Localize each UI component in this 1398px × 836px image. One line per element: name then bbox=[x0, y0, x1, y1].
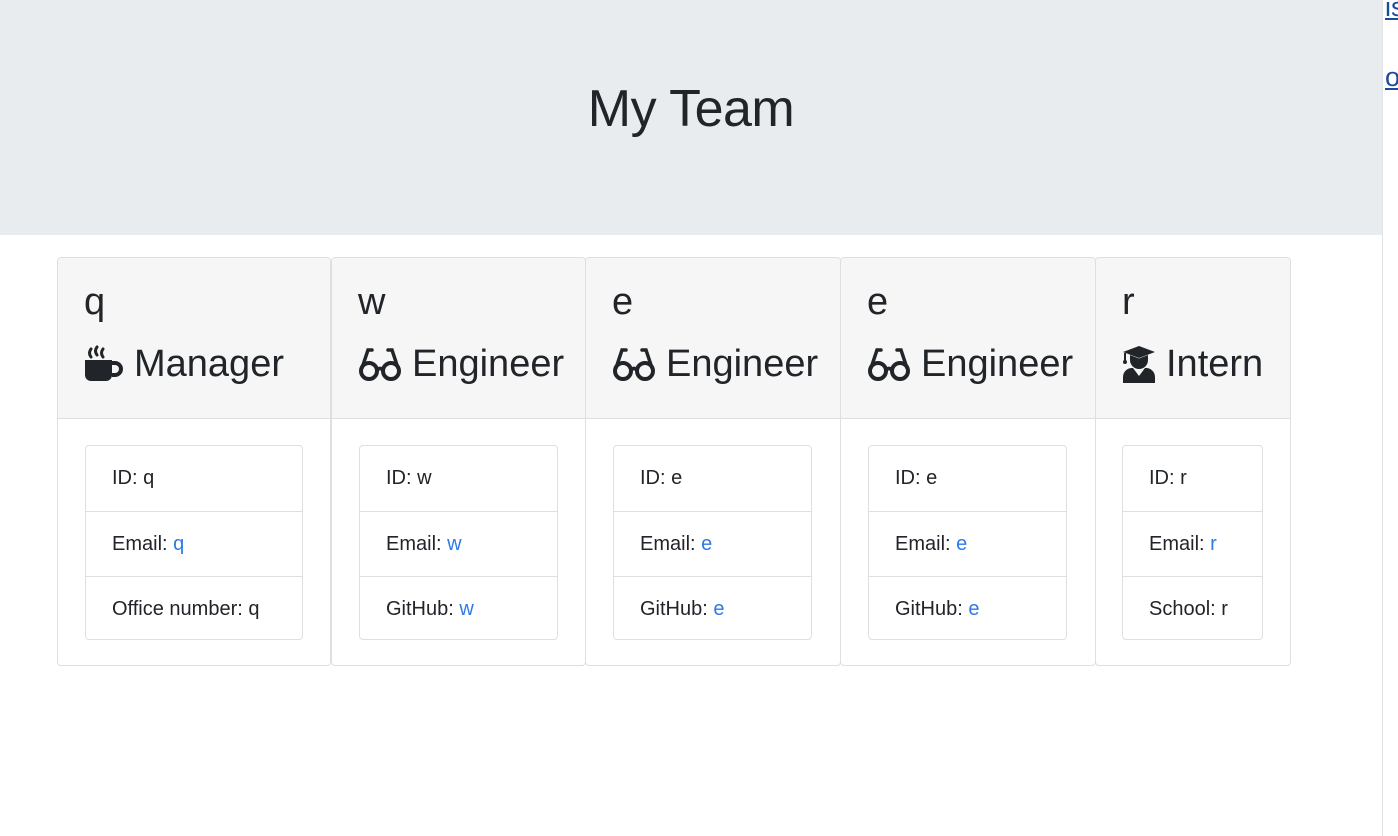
list-item-id: ID: e bbox=[895, 467, 938, 489]
role-label: Engineer bbox=[412, 342, 565, 385]
header-jumbotron: My Team bbox=[0, 0, 1382, 235]
list-item-email: Email: r bbox=[1123, 511, 1262, 577]
school-name: r bbox=[1221, 598, 1228, 620]
email-link[interactable]: e bbox=[956, 533, 967, 555]
employee-card: w Engineer ID: w Email: w GitHub: w bbox=[331, 257, 586, 666]
email-link[interactable]: w bbox=[447, 533, 461, 555]
email-link[interactable]: e bbox=[701, 533, 712, 555]
github-link[interactable]: e bbox=[968, 598, 979, 620]
glasses-icon bbox=[359, 348, 401, 381]
employee-role: Intern bbox=[1122, 342, 1263, 386]
employee-name: e bbox=[867, 281, 889, 323]
card-header: q Manager bbox=[58, 258, 330, 419]
employee-card: r Intern ID: r Email: r School: r bbox=[1095, 257, 1291, 666]
employee-id: e bbox=[926, 467, 938, 489]
email-link[interactable]: q bbox=[173, 533, 184, 555]
employee-id: e bbox=[671, 467, 683, 489]
employee-name: r bbox=[1122, 281, 1135, 323]
employee-role: Engineer bbox=[612, 342, 818, 386]
email-link[interactable]: r bbox=[1210, 533, 1217, 555]
list-item-email: Email: e bbox=[614, 511, 811, 577]
employee-id: r bbox=[1180, 467, 1187, 489]
card-header: w Engineer bbox=[332, 258, 585, 419]
card-header: e Engineer bbox=[841, 258, 1095, 419]
role-label: Engineer bbox=[921, 342, 1074, 385]
page-title: My Team bbox=[587, 80, 795, 138]
mug-hot-icon bbox=[85, 345, 123, 381]
employee-name: w bbox=[358, 281, 386, 323]
employee-name: e bbox=[612, 281, 634, 323]
employee-card: e Engineer ID: e Email: e GitHub: e bbox=[585, 257, 841, 666]
github-link[interactable]: w bbox=[459, 598, 473, 620]
adjacent-link-fragment[interactable]: is bbox=[1385, 0, 1398, 23]
list-item-office-number: Office number: q bbox=[86, 576, 302, 642]
glasses-icon bbox=[613, 348, 655, 381]
github-link[interactable]: e bbox=[713, 598, 724, 620]
user-graduate-icon bbox=[1123, 346, 1155, 383]
employee-role: Engineer bbox=[867, 342, 1073, 386]
list-item-email: Email: e bbox=[869, 511, 1066, 577]
card-header: r Intern bbox=[1096, 258, 1290, 419]
employee-role: Manager bbox=[84, 342, 284, 386]
list-item-school: School: r bbox=[1123, 576, 1262, 642]
office-number: q bbox=[248, 598, 260, 620]
adjacent-link-fragment[interactable]: or bbox=[1385, 62, 1398, 93]
adjacent-window-edge: is or bbox=[1382, 0, 1398, 836]
employee-details-list: ID: e Email: e GitHub: e bbox=[613, 445, 812, 640]
employee-details-list: ID: e Email: e GitHub: e bbox=[868, 445, 1067, 640]
employee-role: Engineer bbox=[358, 342, 564, 386]
list-item-github: GitHub: e bbox=[869, 576, 1066, 642]
role-label: Manager bbox=[134, 342, 284, 385]
list-item-id: ID: e bbox=[640, 467, 683, 489]
list-item-id: ID: w bbox=[386, 467, 432, 489]
glasses-icon bbox=[868, 348, 910, 381]
list-item-email: Email: w bbox=[360, 511, 557, 577]
employee-details-list: ID: r Email: r School: r bbox=[1122, 445, 1263, 640]
employee-name: q bbox=[84, 281, 106, 323]
employee-id: q bbox=[143, 467, 155, 489]
list-item-id: ID: r bbox=[1149, 467, 1187, 489]
role-label: Intern bbox=[1166, 342, 1264, 385]
list-item-email: Email: q bbox=[86, 511, 302, 577]
employee-card: e Engineer ID: e Email: e GitHub: e bbox=[840, 257, 1096, 666]
list-item-github: GitHub: e bbox=[614, 576, 811, 642]
role-label: Engineer bbox=[666, 342, 819, 385]
card-header: e Engineer bbox=[586, 258, 840, 419]
list-item-id: ID: q bbox=[112, 467, 155, 489]
employee-id: w bbox=[417, 467, 432, 489]
employee-details-list: ID: w Email: w GitHub: w bbox=[359, 445, 558, 640]
list-item-github: GitHub: w bbox=[360, 576, 557, 642]
employee-card: q Manager ID: q Email: q Office number: … bbox=[57, 257, 331, 666]
employee-details-list: ID: q Email: q Office number: q bbox=[85, 445, 303, 640]
